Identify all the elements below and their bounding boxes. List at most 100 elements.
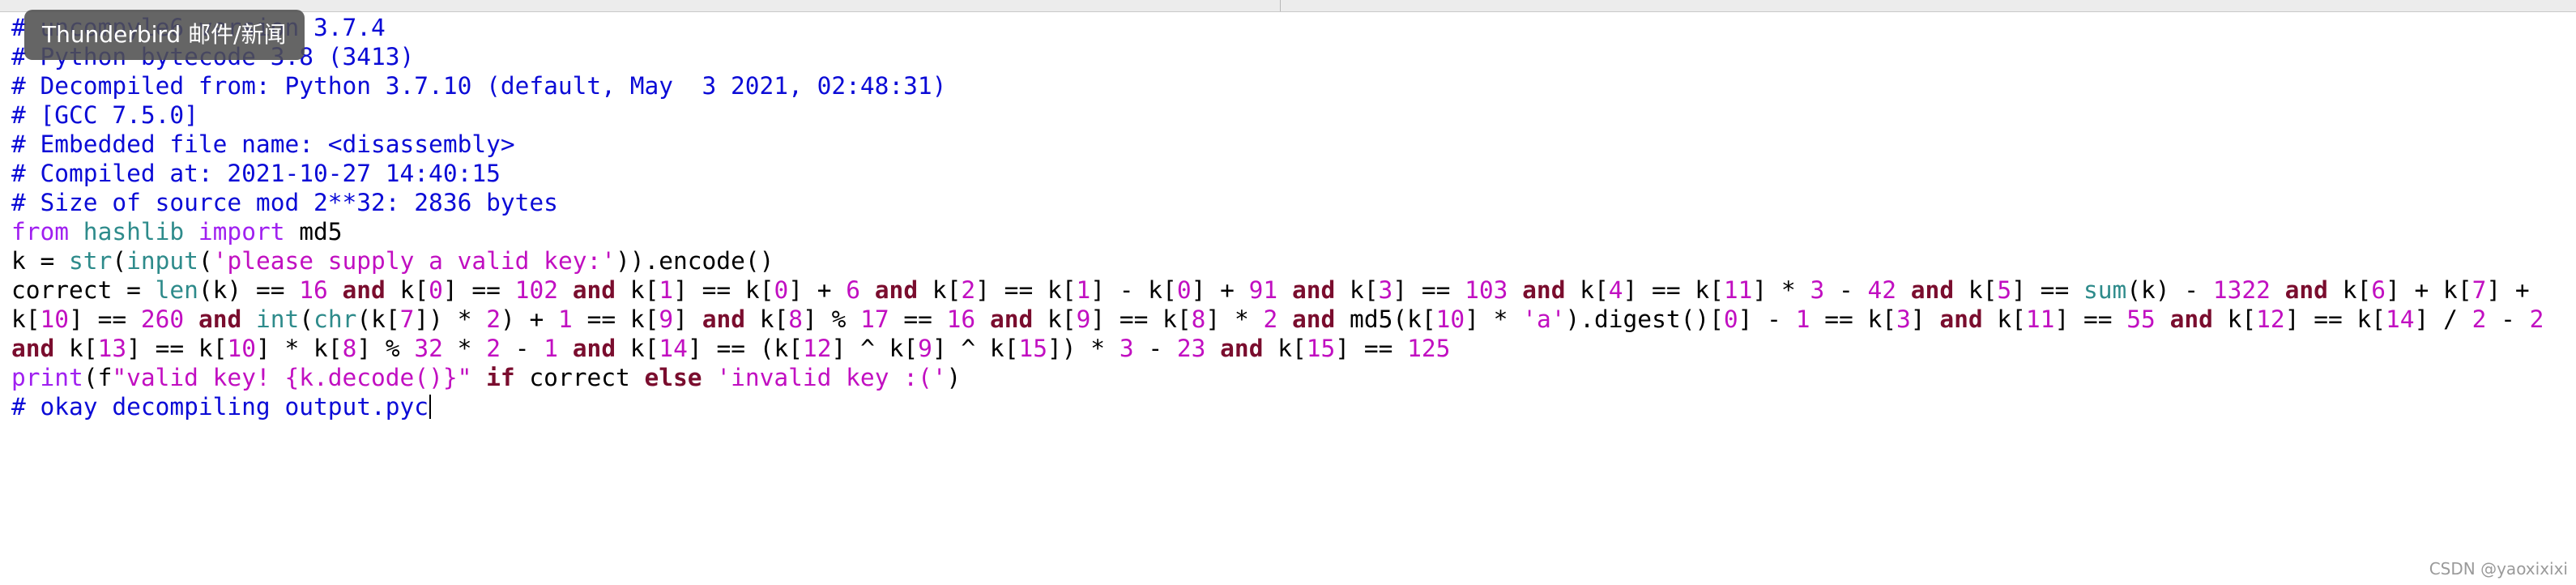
- code-token: ] ==: [1335, 335, 1408, 362]
- editor-gutter: [0, 12, 10, 585]
- code-editor[interactable]: # uncompyle6 version 3.7.4# Python bytec…: [11, 13, 2576, 585]
- code-token: sum: [2083, 276, 2127, 304]
- code-token: len: [155, 276, 198, 304]
- code-token: 2: [1263, 305, 1278, 333]
- code-line[interactable]: print(f"valid key! {k.decode()}" if corr…: [11, 363, 2576, 392]
- code-line[interactable]: # Python bytecode 3.8 (3413): [11, 42, 2576, 71]
- code-token: ]: [1910, 305, 1940, 333]
- code-token: correct =: [11, 276, 156, 304]
- code-token: (: [112, 247, 127, 275]
- code-token: 260: [140, 305, 185, 333]
- code-token: 6: [2371, 276, 2386, 304]
- code-token: and: [572, 335, 616, 362]
- code-token: and: [1910, 276, 1955, 304]
- code-token: ] == k[: [2284, 305, 2386, 333]
- code-token: k[: [918, 276, 962, 304]
- code-token: ==: [889, 305, 947, 333]
- code-token: 'please supply a valid key:': [212, 247, 616, 275]
- code-token: 12: [2256, 305, 2285, 333]
- code-token: 2: [2472, 305, 2487, 333]
- code-token: and: [874, 276, 919, 304]
- code-token: and: [11, 335, 55, 362]
- code-line[interactable]: # [GCC 7.5.0]: [11, 100, 2576, 130]
- code-token: 2: [486, 335, 501, 362]
- code-token: # [GCC 7.5.0]: [11, 101, 198, 129]
- code-token: 11: [1723, 276, 1753, 304]
- code-token: 5: [1997, 276, 2012, 304]
- code-token: and: [198, 305, 242, 333]
- code-token: 55: [2126, 305, 2156, 333]
- code-token: import: [198, 218, 285, 246]
- text-cursor: [429, 395, 432, 419]
- code-token: and: [1291, 276, 1336, 304]
- code-line[interactable]: k = str(input('please supply a valid key…: [11, 246, 2576, 275]
- code-token: ] +: [788, 276, 847, 304]
- code-token: 7: [2472, 276, 2487, 304]
- code-token: 1: [1795, 305, 1810, 333]
- code-token: k[: [1982, 305, 2026, 333]
- code-token: ] -: [1738, 305, 1796, 333]
- code-token: 10: [227, 335, 256, 362]
- code-token: 102: [514, 276, 558, 304]
- code-token: ] %: [803, 305, 861, 333]
- code-line[interactable]: # Size of source mod 2**32: 2836 bytes: [11, 188, 2576, 217]
- code-token: ]) *: [414, 305, 487, 333]
- code-line[interactable]: # Embedded file name: <disassembly>: [11, 130, 2576, 159]
- code-token: k[: [1335, 276, 1379, 304]
- code-token: 9: [918, 335, 932, 362]
- code-token: (k) ==: [198, 276, 300, 304]
- code-token: 32: [414, 335, 443, 362]
- code-token: k[: [744, 305, 789, 333]
- code-token: md5(k[: [1335, 305, 1436, 333]
- code-line[interactable]: # uncompyle6 version 3.7.4: [11, 13, 2576, 42]
- code-line[interactable]: k[10] == 260 and int(chr(k[7]) * 2) + 1 …: [11, 305, 2576, 334]
- code-token: 0: [1723, 305, 1738, 333]
- code-token: 8: [788, 305, 804, 333]
- taskbar-tooltip: Thunderbird 邮件/新闻: [24, 10, 305, 60]
- code-token: ] *: [1205, 305, 1264, 333]
- code-token: 9: [659, 305, 674, 333]
- code-line[interactable]: # okay decompiling output.pyc: [11, 392, 2576, 421]
- code-token: from: [11, 218, 70, 246]
- code-line[interactable]: from hashlib import md5: [11, 217, 2576, 246]
- code-token: 6: [846, 276, 861, 304]
- code-token: k[: [616, 335, 659, 362]
- code-token: ] /: [2414, 305, 2472, 333]
- code-token: 17: [860, 305, 889, 333]
- code-token: # okay decompiling output.pyc: [11, 393, 429, 421]
- code-token: and: [342, 276, 386, 304]
- code-token: # Compiled at: 2021-10-27 14:40:15: [11, 160, 501, 187]
- code-token: 16: [946, 305, 976, 333]
- code-token: print: [11, 364, 83, 391]
- code-token: and: [1939, 305, 1983, 333]
- code-line[interactable]: correct = len(k) == 16 and k[0] == 102 a…: [11, 275, 2576, 305]
- code-token: 14: [2386, 305, 2415, 333]
- code-token: 2: [961, 276, 976, 304]
- code-line[interactable]: # Decompiled from: Python 3.7.10 (defaul…: [11, 71, 2576, 100]
- code-token: 91: [1248, 276, 1278, 304]
- code-token: 12: [803, 335, 832, 362]
- code-token: and: [989, 305, 1034, 333]
- code-token: and: [1292, 305, 1336, 333]
- code-token: -: [2486, 305, 2530, 333]
- code-token: (k[: [356, 305, 400, 333]
- code-token: k[: [385, 276, 429, 304]
- code-token: 42: [1867, 276, 1897, 304]
- code-token: 125: [1407, 335, 1451, 362]
- code-token: 3: [1378, 276, 1393, 304]
- code-line[interactable]: # Compiled at: 2021-10-27 14:40:15: [11, 159, 2576, 188]
- code-line[interactable]: and k[13] == k[10] * k[8] % 32 * 2 - 1 a…: [11, 334, 2576, 363]
- code-token: ] ==: [442, 276, 515, 304]
- code-token: 3: [1896, 305, 1911, 333]
- code-token: ] %: [356, 335, 415, 362]
- code-token: # Decompiled from: Python 3.7.10 (defaul…: [11, 72, 947, 100]
- code-token: k[: [1565, 276, 1609, 304]
